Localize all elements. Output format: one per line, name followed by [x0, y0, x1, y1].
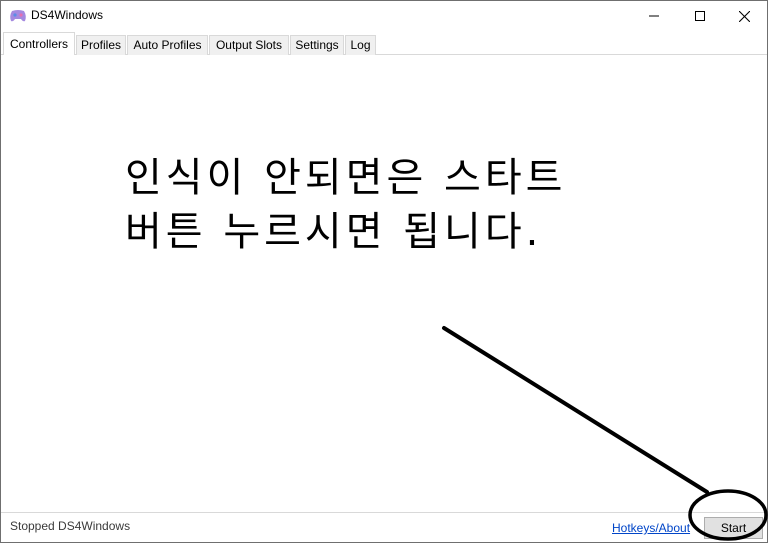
- minimize-button[interactable]: [631, 1, 677, 31]
- tab-auto-profiles[interactable]: Auto Profiles: [127, 35, 208, 55]
- annotation-line-1: 인식이 안되면은 스타트: [125, 155, 567, 201]
- controllers-panel: [3, 55, 765, 511]
- minimize-icon: [649, 15, 659, 17]
- tab-controllers[interactable]: Controllers: [3, 32, 75, 55]
- tab-output-slots[interactable]: Output Slots: [209, 35, 289, 55]
- status-bar-divider: [1, 512, 767, 513]
- start-button[interactable]: Start: [704, 517, 763, 539]
- maximize-icon: [695, 11, 705, 21]
- tab-profiles[interactable]: Profiles: [76, 35, 126, 55]
- window-title: DS4Windows: [31, 8, 104, 22]
- annotation-line-2: 버튼 누르시면 됩니다.: [125, 209, 543, 255]
- title-bar[interactable]: DS4Windows: [1, 1, 767, 31]
- close-icon: [738, 10, 750, 22]
- tab-settings[interactable]: Settings: [290, 35, 344, 55]
- status-text: Stopped DS4Windows: [10, 519, 131, 533]
- close-button[interactable]: [721, 1, 767, 31]
- annotation-text: 인식이 안되면은 스타트 버튼 누르시면 됩니다.: [125, 151, 566, 259]
- app-window: DS4Windows Controllers Profiles Auto Pro…: [0, 0, 768, 543]
- tab-log[interactable]: Log: [345, 35, 376, 55]
- maximize-button[interactable]: [677, 1, 723, 31]
- hotkeys-about-link[interactable]: Hotkeys/About: [612, 521, 694, 535]
- gamepad-icon: [10, 10, 26, 22]
